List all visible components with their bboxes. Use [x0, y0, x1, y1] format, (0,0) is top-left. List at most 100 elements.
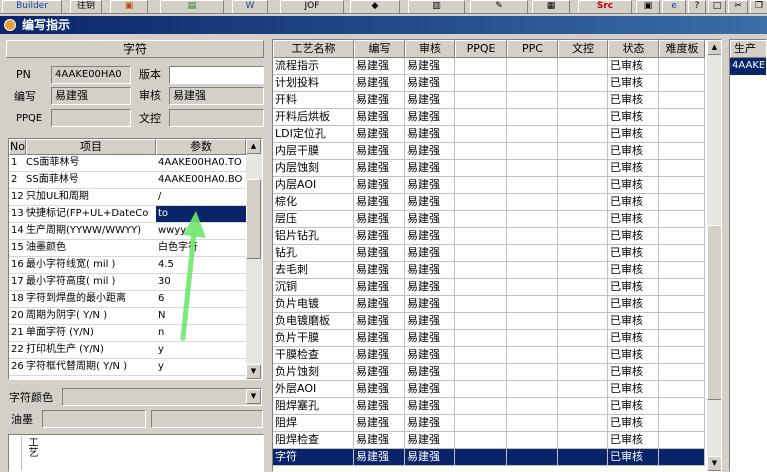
proc-author[interactable]: 易建强: [354, 211, 405, 228]
proc-reviewer[interactable]: 易建强: [405, 313, 455, 330]
author-field[interactable]: 易建强: [51, 87, 131, 105]
proc-name[interactable]: 钻孔: [273, 245, 354, 262]
proc-col-difficulty[interactable]: 难度板: [659, 40, 705, 58]
proc-col-status[interactable]: 状态: [608, 40, 659, 58]
param-row[interactable]: 2 SS面菲林号 4AAKE00HA0.BO: [9, 172, 248, 189]
proc-name[interactable]: 负电镀磨板: [273, 313, 354, 330]
production-panel[interactable]: 生产 4AAKE0: [729, 39, 767, 472]
process-row[interactable]: 负片干膜 易建强 易建强 已审核: [273, 330, 705, 347]
proc-ppc[interactable]: [507, 143, 558, 160]
proc-status[interactable]: 已审核: [608, 364, 659, 381]
proc-name[interactable]: 外层AOI: [273, 381, 354, 398]
param-row[interactable]: 13 快捷标记(FP+UL+DateCo to: [9, 206, 248, 223]
process-row[interactable]: 流程指示 易建强 易建强 已审核: [273, 58, 705, 75]
proc-ppc[interactable]: [507, 415, 558, 432]
proc-doc-control[interactable]: [558, 279, 608, 296]
proc-ppc[interactable]: [507, 432, 558, 449]
proc-col-reviewer[interactable]: 审核: [405, 40, 455, 58]
proc-difficulty[interactable]: [659, 194, 705, 211]
proc-ppqe[interactable]: [455, 245, 507, 262]
proc-doc-control[interactable]: [558, 58, 608, 75]
proc-difficulty[interactable]: [659, 347, 705, 364]
param-row[interactable]: 15 油墨颜色 白色字符: [9, 240, 248, 257]
param-value[interactable]: 4AAKE00HA0.TO: [156, 155, 248, 171]
scissors-icon[interactable]: ✂: [728, 0, 748, 13]
proc-author[interactable]: 易建强: [354, 398, 405, 415]
proc-doc-control[interactable]: [558, 262, 608, 279]
proc-name[interactable]: 负片电镀: [273, 296, 354, 313]
proc-author[interactable]: 易建强: [354, 432, 405, 449]
proc-doc-control[interactable]: [558, 245, 608, 262]
proc-doc-control[interactable]: [558, 296, 608, 313]
proc-author[interactable]: 易建强: [354, 92, 405, 109]
pn-field[interactable]: 4AAKE00HA0: [51, 66, 131, 84]
process-row[interactable]: 干膜检查 易建强 易建强 已审核: [273, 347, 705, 364]
proc-ppc[interactable]: [507, 58, 558, 75]
proc-author[interactable]: 易建强: [354, 143, 405, 160]
proc-doc-control[interactable]: [558, 415, 608, 432]
proc-name[interactable]: 沉铜: [273, 279, 354, 296]
proc-difficulty[interactable]: [659, 364, 705, 381]
param-row[interactable]: 22 打印机生产 (Y/N) y: [9, 342, 248, 359]
proc-reviewer[interactable]: 易建强: [405, 143, 455, 160]
tools-icon[interactable]: ✎: [470, 0, 528, 13]
proc-name[interactable]: 去毛刺: [273, 262, 354, 279]
proc-status[interactable]: 已审核: [608, 92, 659, 109]
proc-ppc[interactable]: [507, 347, 558, 364]
proc-difficulty[interactable]: [659, 381, 705, 398]
process-row[interactable]: 字符 易建强 易建强 已审核: [273, 449, 705, 466]
proc-col-name[interactable]: 工艺名称: [273, 40, 354, 58]
proc-author[interactable]: 易建强: [354, 364, 405, 381]
proc-status[interactable]: 已审核: [608, 126, 659, 143]
proc-ppqe[interactable]: [455, 211, 507, 228]
process-table[interactable]: 工艺名称 编写 审核 PPQE PPC 文控 状态 难度板 流程指示 易建强 易建强…: [272, 39, 722, 472]
proc-name[interactable]: 负片蚀刻: [273, 364, 354, 381]
proc-doc-control[interactable]: [558, 75, 608, 92]
proc-status[interactable]: 已审核: [608, 415, 659, 432]
proc-reviewer[interactable]: 易建强: [405, 109, 455, 126]
proc-status[interactable]: 已审核: [608, 432, 659, 449]
proc-ppqe[interactable]: [455, 296, 507, 313]
proc-doc-control[interactable]: [558, 92, 608, 109]
prod-col-header[interactable]: 生产: [730, 40, 766, 58]
proc-status[interactable]: 已审核: [608, 262, 659, 279]
proc-doc-control[interactable]: [558, 398, 608, 415]
proc-ppc[interactable]: [507, 177, 558, 194]
checkbox-icon[interactable]: □: [708, 0, 726, 13]
proc-name[interactable]: 铝片钻孔: [273, 228, 354, 245]
proc-ppqe[interactable]: [455, 262, 507, 279]
param-row[interactable]: 1 CS面菲林号 4AAKE00HA0.TO: [9, 155, 248, 172]
copy-icon[interactable]: ❐: [750, 0, 767, 13]
prod-cell[interactable]: 4AAKE0: [730, 58, 766, 75]
proc-doc-control[interactable]: [558, 432, 608, 449]
proc-ppqe[interactable]: [455, 109, 507, 126]
proc-difficulty[interactable]: [659, 75, 705, 92]
proc-difficulty[interactable]: [659, 313, 705, 330]
process-scrollbar[interactable]: ▲ ▼: [707, 40, 721, 471]
proc-reviewer[interactable]: 易建强: [405, 330, 455, 347]
proc-status[interactable]: 已审核: [608, 296, 659, 313]
proc-doc-control[interactable]: [558, 143, 608, 160]
process-row[interactable]: 阻焊检查 易建强 易建强 已审核: [273, 432, 705, 449]
src-button[interactable]: Src: [578, 0, 632, 13]
char-color-select[interactable]: [62, 388, 262, 406]
process-row[interactable]: 负电镀磨板 易建强 易建强 已审核: [273, 313, 705, 330]
proc-difficulty[interactable]: [659, 211, 705, 228]
process-row[interactable]: 阻焊 易建强 易建强 已审核: [273, 415, 705, 432]
proc-name[interactable]: 阻焊: [273, 415, 354, 432]
proc-author[interactable]: 易建强: [354, 262, 405, 279]
proc-doc-control[interactable]: [558, 160, 608, 177]
database-icon[interactable]: ▥: [408, 0, 465, 13]
param-col-no[interactable]: No: [9, 139, 26, 155]
process-row[interactable]: 层压 易建强 易建强 已审核: [273, 211, 705, 228]
proc-author[interactable]: 易建强: [354, 109, 405, 126]
proc-ppc[interactable]: [507, 449, 558, 466]
proc-difficulty[interactable]: [659, 398, 705, 415]
doc-control-field[interactable]: [169, 109, 264, 127]
proc-reviewer[interactable]: 易建强: [405, 245, 455, 262]
proc-status[interactable]: 已审核: [608, 211, 659, 228]
param-table[interactable]: No 项目 参数 1 CS面菲林号 4AAKE00HA0.TO 2 SS面菲林号 4AAK…: [8, 138, 263, 380]
proc-author[interactable]: 易建强: [354, 449, 405, 466]
proc-reviewer[interactable]: 易建强: [405, 211, 455, 228]
param-row[interactable]: 14 生产周期(YYWW/WWYY) wwyy: [9, 223, 248, 240]
